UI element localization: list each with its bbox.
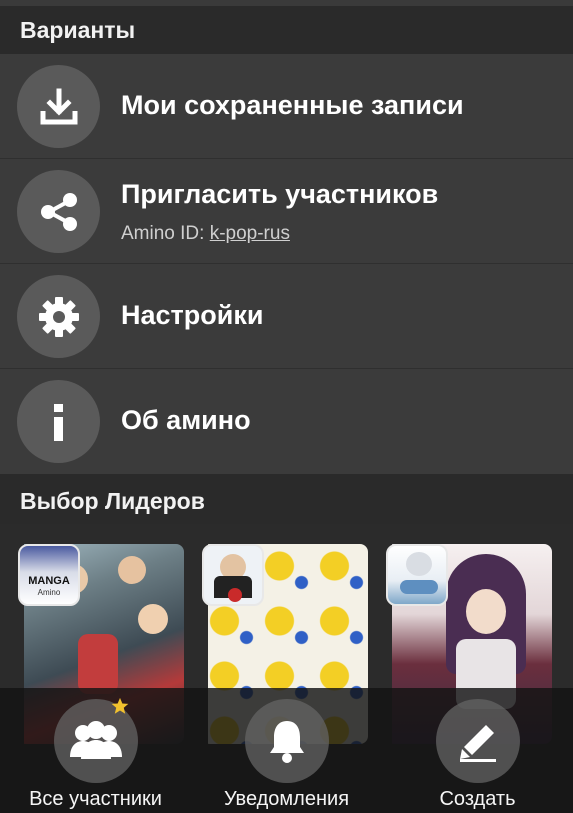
character-face: [466, 589, 506, 634]
avatar-banner: [400, 580, 438, 594]
about-amino-item[interactable]: Об амино: [0, 369, 573, 474]
share-icon: [17, 170, 100, 253]
character-face: [138, 604, 168, 634]
tab-create-label: Создать: [439, 788, 516, 810]
tab-create[interactable]: Создать: [382, 688, 573, 813]
amino-id-prefix: Amino ID:: [121, 223, 205, 244]
leader-avatar[interactable]: MANGA Amino: [18, 544, 80, 606]
avatar-logo-text: MANGA: [28, 575, 70, 587]
about-amino-label: Об амино: [121, 405, 251, 435]
character-face: [118, 556, 146, 584]
gear-icon: [17, 275, 100, 358]
saved-posts-label: Мои сохраненные записи: [121, 90, 464, 120]
tab-all-members-label: Все участники: [29, 788, 162, 810]
avatar-flower: [228, 588, 242, 602]
download-icon: [17, 65, 100, 148]
pencil-icon: [435, 699, 520, 783]
character-figure: [78, 634, 118, 694]
amino-id-link[interactable]: k-pop-rus: [210, 223, 290, 244]
options-header: Варианты: [0, 6, 573, 54]
leaders-header: Выбор Лидеров: [0, 474, 573, 524]
tab-notifications-label: Уведомления: [223, 788, 350, 810]
invite-members-item[interactable]: Пригласить участников Amino ID: k-pop-ru…: [0, 159, 573, 264]
leader-avatar[interactable]: [202, 544, 264, 606]
star-icon: [111, 697, 129, 714]
avatar-logo-sub: Amino: [37, 588, 61, 597]
leader-avatar[interactable]: [386, 544, 448, 606]
saved-posts-item[interactable]: Мои сохраненные записи: [0, 54, 573, 159]
amino-id: Amino ID: k-pop-rus: [121, 223, 290, 245]
options-menu: Мои сохраненные записи Пригласить участн…: [0, 54, 573, 474]
settings-label: Настройки: [121, 300, 264, 330]
invite-members-label: Пригласить участников: [121, 179, 439, 209]
settings-item[interactable]: Настройки: [0, 264, 573, 369]
tab-all-members[interactable]: Все участники: [0, 688, 191, 813]
bottom-navigation: Все участники Уведомления Создать: [0, 688, 573, 813]
tab-notifications[interactable]: Уведомления: [191, 688, 382, 813]
avatar-hair: [406, 552, 432, 576]
bell-icon: [244, 699, 329, 783]
info-icon: [17, 380, 100, 463]
